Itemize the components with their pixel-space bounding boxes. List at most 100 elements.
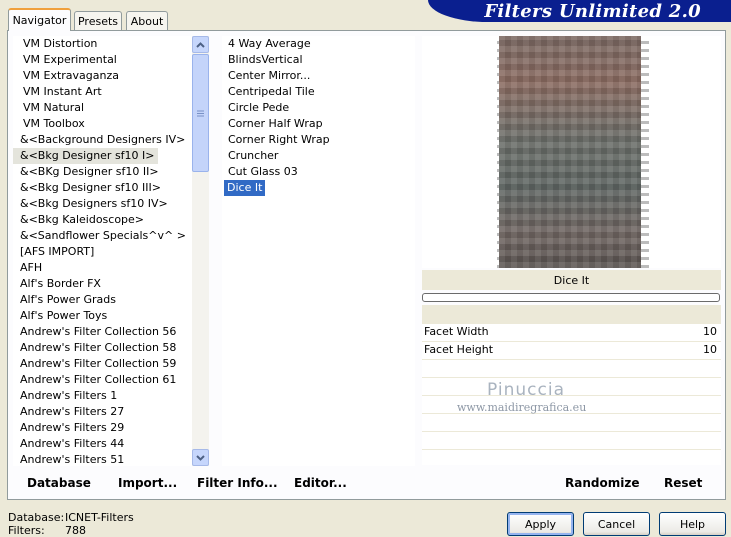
randomize-button[interactable]: Randomize <box>565 476 639 490</box>
filter-item-label: Center Mirror... <box>228 69 311 82</box>
category-item-label: &<Bkg Designer sf10 III> <box>20 181 162 194</box>
category-item[interactable]: Andrew's Filters 44 <box>13 436 192 452</box>
cancel-button[interactable]: Cancel <box>583 512 650 536</box>
filter-item-label: Dice It <box>224 180 266 196</box>
filter-item-label: Cut Glass 03 <box>228 165 298 178</box>
category-item-label: &<Bkg Designer sf10 I> <box>13 148 158 164</box>
progress-bar <box>422 293 720 302</box>
filter-item[interactable]: Dice It <box>222 180 415 196</box>
category-item-label: VM Toolbox <box>23 117 85 130</box>
param-label: Facet Width <box>424 325 489 338</box>
category-item-label: Andrew's Filter Collection 61 <box>20 373 177 386</box>
filter-info-label: Filter Info... <box>197 476 278 490</box>
filter-item-label: Centripedal Tile <box>228 85 315 98</box>
category-item[interactable]: Andrew's Filters 1 <box>13 388 192 404</box>
category-item[interactable]: &<BKg Designer sf10 II> <box>13 164 192 180</box>
status-database-value: ICNET-Filters <box>65 511 134 524</box>
category-item-label: Alf's Border FX <box>20 277 101 290</box>
filter-info-button[interactable]: Filter Info... <box>197 476 278 490</box>
import-button[interactable]: Import... <box>118 476 177 490</box>
apply-label: Apply <box>524 517 557 531</box>
category-item[interactable]: VM Natural <box>13 100 192 116</box>
import-label: Import... <box>118 476 178 490</box>
param-value: 10 <box>703 325 717 338</box>
category-item[interactable]: &<Bkg Designers sf10 IV> <box>13 196 192 212</box>
category-item[interactable]: VM Distortion <box>13 36 192 52</box>
category-item[interactable]: VM Extravaganza <box>13 68 192 84</box>
filter-item-label: Corner Half Wrap <box>228 117 323 130</box>
category-item-label: Andrew's Filter Collection 58 <box>20 341 177 354</box>
tab-presets-label: Presets <box>77 14 119 28</box>
watermark-url: www.maidiregrafica.eu <box>457 401 587 414</box>
filter-item[interactable]: Center Mirror... <box>222 68 415 84</box>
apply-button[interactable]: Apply <box>507 512 574 536</box>
grip-icon <box>197 110 204 116</box>
param-facet-height[interactable]: Facet Height 10 <box>422 342 721 359</box>
category-item[interactable]: Alf's Power Toys <box>13 308 192 324</box>
category-item-label: AFH <box>20 261 43 274</box>
film-edge-right <box>641 36 649 268</box>
filter-item[interactable]: Cut Glass 03 <box>222 164 415 180</box>
empty-param-row <box>422 432 721 449</box>
category-item[interactable]: &<Sandflower Specials^v^ > <box>13 228 192 244</box>
category-item[interactable]: &<Bkg Kaleidoscope> <box>13 212 192 228</box>
filter-item-label: Circle Pede <box>228 101 290 114</box>
filter-item[interactable]: Centripedal Tile <box>222 84 415 100</box>
category-item[interactable]: &<Background Designers IV> <box>13 132 192 148</box>
filter-list[interactable]: 4 Way Average BlindsVertical Center Mirror… <box>222 36 415 466</box>
tab-navigator[interactable]: Navigator <box>8 8 71 31</box>
category-item[interactable]: Andrew's Filters 27 <box>13 404 192 420</box>
category-item[interactable]: [AFS IMPORT] <box>13 244 192 260</box>
param-facet-width[interactable]: Facet Width 10 <box>422 324 721 341</box>
category-item[interactable]: Andrew's Filter Collection 58 <box>13 340 192 356</box>
tab-presets[interactable]: Presets <box>74 11 122 30</box>
scroll-up-button[interactable] <box>192 36 209 53</box>
scroll-down-button[interactable] <box>192 449 209 466</box>
tab-navigator-label: Navigator <box>12 14 67 27</box>
filter-item[interactable]: Cruncher <box>222 148 415 164</box>
category-item[interactable]: Andrew's Filter Collection 56 <box>13 324 192 340</box>
filter-item[interactable]: Corner Right Wrap <box>222 132 415 148</box>
category-item[interactable]: VM Toolbox <box>13 116 192 132</box>
reset-button[interactable]: Reset <box>664 476 702 490</box>
category-item[interactable]: Andrew's Filters 51 <box>13 452 192 466</box>
filter-item[interactable]: BlindsVertical <box>222 52 415 68</box>
category-item-label: Andrew's Filters 27 <box>20 405 125 418</box>
category-item-label: Alf's Power Toys <box>20 309 108 322</box>
category-item[interactable]: &<Bkg Designer sf10 I> <box>13 148 192 164</box>
help-button[interactable]: Help <box>659 512 726 536</box>
brand-banner: Filters Unlimited 2.0 <box>428 0 731 22</box>
database-button[interactable]: Database <box>27 476 91 490</box>
category-item-label: Andrew's Filters 51 <box>20 453 125 466</box>
editor-button[interactable]: Editor... <box>294 476 347 490</box>
status-filters-value: 788 <box>65 524 86 537</box>
empty-param-row <box>422 360 721 377</box>
filter-item[interactable]: Circle Pede <box>222 100 415 116</box>
category-item[interactable]: Andrew's Filter Collection 59 <box>13 356 192 372</box>
cancel-label: Cancel <box>597 517 636 531</box>
scroll-thumb[interactable] <box>192 54 209 172</box>
category-item[interactable]: AFH <box>13 260 192 276</box>
editor-label: Editor... <box>294 476 347 490</box>
category-item[interactable]: Andrew's Filters 29 <box>13 420 192 436</box>
category-item-label: Andrew's Filter Collection 56 <box>20 325 177 338</box>
category-item[interactable]: VM Experimental <box>13 52 192 68</box>
database-label: Database <box>27 476 91 490</box>
filter-item-label: Cruncher <box>228 149 279 162</box>
category-item[interactable]: VM Instant Art <box>13 84 192 100</box>
tab-about-label: About <box>130 14 164 28</box>
tab-about[interactable]: About <box>126 11 168 30</box>
category-item[interactable]: Alf's Border FX <box>13 276 192 292</box>
category-item-label: VM Distortion <box>23 37 98 50</box>
filter-item[interactable]: Corner Half Wrap <box>222 116 415 132</box>
category-item[interactable]: Alf's Power Grads <box>13 292 192 308</box>
randomize-label: Randomize <box>565 476 640 490</box>
category-item-label: Andrew's Filters 44 <box>20 437 125 450</box>
category-item[interactable]: &<Bkg Designer sf10 III> <box>13 180 192 196</box>
category-item-label: VM Extravaganza <box>23 69 120 82</box>
category-scrollbar[interactable] <box>192 36 209 466</box>
category-item[interactable]: Andrew's Filter Collection 61 <box>13 372 192 388</box>
category-item-label: Andrew's Filter Collection 59 <box>20 357 177 370</box>
filter-item[interactable]: 4 Way Average <box>222 36 415 52</box>
category-list[interactable]: VM Distortion VM Experimental VM Extravaga… <box>13 36 192 466</box>
